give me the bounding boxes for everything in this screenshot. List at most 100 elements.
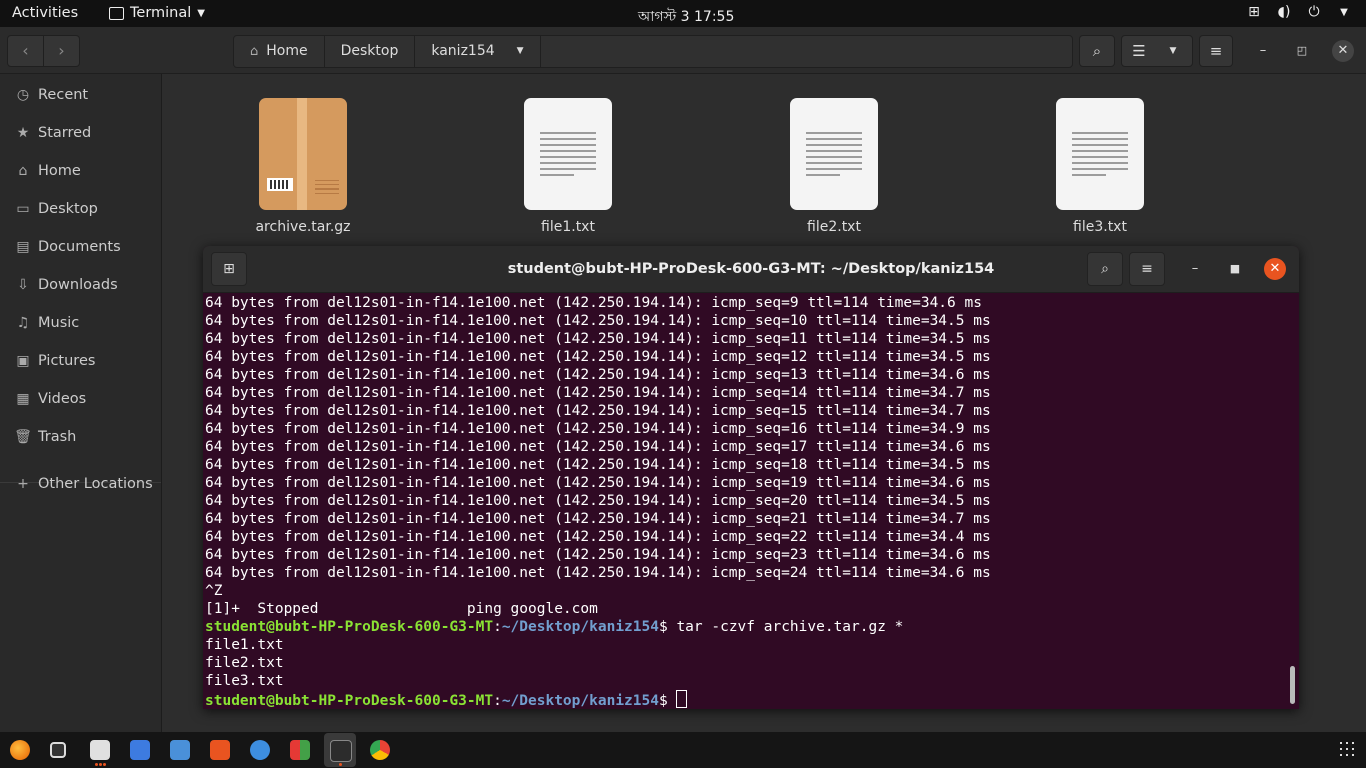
archive-icon: [259, 98, 347, 210]
prompt-path: ~/Desktop/kaniz154: [501, 619, 659, 635]
file-item-archive[interactable]: archive.tar.gz: [243, 98, 363, 235]
app-grid-color-icon[interactable]: [290, 740, 310, 760]
help-icon[interactable]: [250, 740, 270, 760]
text-cursor: [676, 690, 688, 708]
back-button[interactable]: ‹: [7, 35, 44, 67]
breadcrumb-kaniz154[interactable]: kaniz154 ▼: [415, 36, 541, 67]
ping-output-line: 64 bytes from del12s01-in-f14.1e100.net …: [205, 349, 991, 365]
plus-icon: +: [17, 476, 29, 492]
chevron-down-icon: ▼: [1169, 46, 1177, 56]
sidebar-item-recent[interactable]: ◷ Recent: [0, 77, 161, 113]
ping-output-line: 64 bytes from del12s01-in-f14.1e100.net …: [205, 439, 991, 455]
search-button[interactable]: ⌕: [1079, 35, 1115, 67]
software-center-icon[interactable]: [210, 740, 230, 760]
terminal-icon: [109, 6, 124, 20]
firefox-icon[interactable]: [10, 740, 30, 760]
forward-button[interactable]: ›: [44, 35, 80, 67]
sidebar-item-downloads[interactable]: ⇩ Downloads: [0, 267, 161, 303]
music-icon: ♫: [16, 315, 30, 331]
activities-button[interactable]: Activities: [12, 5, 78, 21]
ping-output-line: 64 bytes from del12s01-in-f14.1e100.net …: [205, 331, 991, 347]
files-icon[interactable]: [90, 740, 110, 760]
file-item-file1[interactable]: file1.txt: [508, 98, 628, 235]
trash-icon: 🗑: [14, 429, 32, 445]
prompt-user: student@bubt-HP-ProDesk-600-G3-MT: [205, 693, 494, 709]
sidebar-item-other-locations[interactable]: + Other Locations: [0, 466, 161, 502]
sidebar-item-starred[interactable]: ★ Starred: [0, 115, 161, 151]
sidebar-item-pictures[interactable]: ▣ Pictures: [0, 343, 161, 379]
sidebar-item-label: Home: [38, 163, 81, 179]
writer-icon[interactable]: [170, 740, 190, 760]
rhythmbox-icon[interactable]: [50, 742, 66, 758]
file-name: file2.txt: [807, 219, 861, 235]
terminal-icon[interactable]: [330, 740, 352, 762]
star-icon: ★: [16, 125, 30, 141]
prompt-end: $: [658, 693, 677, 709]
chevron-down-icon: ▼: [1340, 6, 1348, 18]
pictures-icon: ▣: [16, 353, 30, 369]
sidebar-item-label: Music: [38, 315, 80, 331]
file-item-file2[interactable]: file2.txt: [774, 98, 894, 235]
terminal-menu-button[interactable]: ≡: [1129, 252, 1165, 286]
chevron-down-icon: ▼: [197, 7, 205, 19]
breadcrumb-label: Home: [266, 43, 308, 59]
chevron-right-icon: ›: [58, 41, 65, 60]
ping-output-line: 64 bytes from del12s01-in-f14.1e100.net …: [205, 565, 991, 581]
breadcrumb-label: kaniz154: [431, 43, 495, 59]
view-options-button[interactable]: ☰ ▼: [1121, 35, 1193, 67]
text-file-icon: [790, 98, 878, 210]
ping-output-line: 64 bytes from del12s01-in-f14.1e100.net …: [205, 313, 991, 329]
videos-icon: ▦: [16, 391, 30, 407]
ping-output-line: 64 bytes from del12s01-in-f14.1e100.net …: [205, 295, 982, 311]
minimize-button[interactable]: –: [1184, 258, 1206, 280]
output-line: file1.txt: [205, 637, 284, 653]
sidebar-item-home[interactable]: ⌂ Home: [0, 153, 161, 189]
home-icon: ⌂: [250, 44, 259, 59]
clock[interactable]: আগস্ট 3 17:55: [638, 5, 734, 29]
chevron-left-icon: ‹: [22, 41, 29, 60]
sidebar-item-label: Desktop: [38, 201, 98, 217]
breadcrumb-label: Desktop: [340, 43, 399, 59]
sidebar-item-videos[interactable]: ▦ Videos: [0, 381, 161, 417]
sidebar-item-label: Recent: [38, 87, 89, 103]
file-manager-headerbar: ‹ › ⌂ Home Desktop kaniz154 ▼ ⌕ ☰ ▼ ≡ – …: [0, 27, 1366, 74]
chevron-down-icon: ▼: [516, 46, 524, 56]
app-menu-button[interactable]: Terminal ▼: [109, 5, 205, 21]
close-button[interactable]: ✕: [1264, 258, 1286, 280]
sidebar-item-trash[interactable]: 🗑 Trash: [0, 419, 161, 455]
download-icon: ⇩: [17, 277, 29, 293]
sidebar-item-desktop[interactable]: ▭ Desktop: [0, 191, 161, 227]
prompt-path: ~/Desktop/kaniz154: [501, 693, 659, 709]
ping-output-line: 64 bytes from del12s01-in-f14.1e100.net …: [205, 475, 991, 491]
minimize-button[interactable]: –: [1252, 40, 1274, 62]
ping-output-line: 64 bytes from del12s01-in-f14.1e100.net …: [205, 385, 991, 401]
terminal-output[interactable]: 64 bytes from del12s01-in-f14.1e100.net …: [205, 294, 1285, 709]
menu-button[interactable]: ≡: [1199, 35, 1233, 67]
text-editor-icon[interactable]: [130, 740, 150, 760]
list-view-icon: ☰: [1132, 42, 1146, 60]
ctrl-z-line: ^Z: [205, 583, 223, 599]
breadcrumb-desktop[interactable]: Desktop: [325, 36, 416, 67]
close-button[interactable]: ✕: [1332, 40, 1354, 62]
system-tray[interactable]: ⊞ ◖) ⏻ ▼: [1246, 4, 1352, 20]
scrollbar[interactable]: [1290, 666, 1295, 704]
restore-button[interactable]: ◰: [1291, 40, 1313, 62]
prompt-separator: :: [493, 693, 502, 709]
breadcrumb-home[interactable]: ⌂ Home: [234, 36, 325, 67]
sidebar-item-documents[interactable]: ▤ Documents: [0, 229, 161, 265]
output-line: file2.txt: [205, 655, 284, 671]
text-file-icon: [1056, 98, 1144, 210]
ping-output-line: 64 bytes from del12s01-in-f14.1e100.net …: [205, 511, 991, 527]
power-icon: ⏻: [1308, 4, 1320, 20]
file-item-file3[interactable]: file3.txt: [1040, 98, 1160, 235]
maximize-button[interactable]: ■: [1224, 258, 1246, 280]
terminal-search-button[interactable]: ⌕: [1087, 252, 1123, 286]
sidebar-item-label: Other Locations: [38, 476, 153, 492]
output-line: file3.txt: [205, 673, 284, 689]
sidebar-item-music[interactable]: ♫ Music: [0, 305, 161, 341]
prompt-separator: :: [493, 619, 502, 635]
show-applications-icon[interactable]: [1340, 742, 1354, 756]
text-file-icon: [524, 98, 612, 210]
chrome-icon[interactable]: [370, 740, 390, 760]
active-prompt-line[interactable]: student@bubt-HP-ProDesk-600-G3-MT:~/Desk…: [205, 690, 1285, 709]
